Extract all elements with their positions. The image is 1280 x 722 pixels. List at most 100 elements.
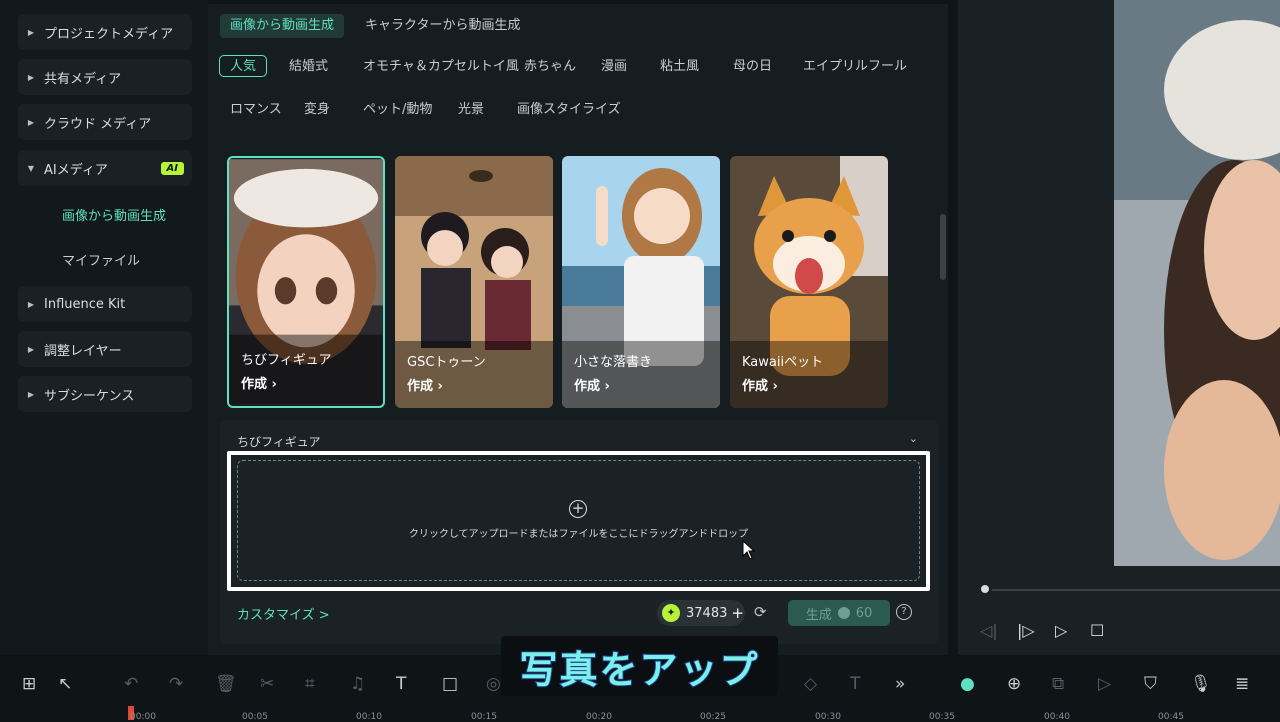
sidebar-subitem-my-files[interactable]: マイファイル: [62, 250, 140, 269]
render-icon[interactable]: ▷: [1098, 674, 1111, 694]
keyframe-icon[interactable]: ◇: [804, 674, 817, 694]
ai-assistant-icon[interactable]: ●: [960, 674, 975, 694]
generate-cost: 60: [855, 605, 873, 621]
tab-character-to-video[interactable]: キャラクターから動画生成: [355, 14, 530, 38]
card-create-link[interactable]: 作成 ›: [241, 373, 277, 392]
redo-icon[interactable]: ↷: [169, 674, 183, 694]
expand-triangle-icon: ▶: [27, 389, 35, 399]
card-label: Kawaiiペット: [742, 355, 824, 370]
card-create-link[interactable]: 作成 ›: [742, 375, 778, 394]
multicam-icon[interactable]: ⧉: [1052, 674, 1064, 694]
refresh-icon[interactable]: ⟳: [754, 603, 767, 621]
select-tool-icon[interactable]: ↖: [58, 674, 72, 694]
sidebar-item-label: 共有メディア: [44, 71, 122, 87]
template-card-kawaii-pet[interactable]: Kawaiiペット 作成 ›: [730, 156, 888, 408]
sidebar-item-cloud-media[interactable]: ▶ クラウド メディア: [18, 104, 192, 140]
cut-icon[interactable]: ✂: [260, 674, 274, 694]
step-forward-icon[interactable]: |▷: [1017, 621, 1035, 640]
timeline-tick: 00:20: [586, 712, 612, 722]
ai-text-icon[interactable]: T: [850, 674, 860, 694]
chip-transform[interactable]: 変身: [304, 99, 330, 121]
sidebar-item-ai-media[interactable]: ▼ AIメディア AI: [18, 150, 192, 186]
tab-image-to-video[interactable]: 画像から動画生成: [220, 14, 345, 38]
generate-label: 生成: [805, 607, 832, 623]
microphone-icon[interactable]: 🎙: [1190, 674, 1212, 694]
add-credits-icon[interactable]: +: [731, 604, 744, 622]
timeline-tick: 00:25: [700, 712, 726, 722]
chip-pets-animals[interactable]: ペット/動物: [363, 99, 432, 121]
expand-triangle-icon: ▶: [27, 27, 35, 37]
expand-triangle-icon: ▶: [27, 72, 35, 82]
preview-image: [1114, 0, 1280, 566]
text-icon[interactable]: T: [396, 674, 406, 694]
sidebar-item-project-media[interactable]: ▶ プロジェクトメディア: [18, 14, 192, 50]
highlight-frame: [227, 451, 930, 591]
caption-text: 写真をアップ: [518, 647, 760, 693]
generate-button[interactable]: 生成 60: [788, 600, 890, 626]
sidebar-item-shared-media[interactable]: ▶ 共有メディア: [18, 59, 192, 95]
expand-triangle-icon: ▶: [27, 344, 35, 354]
stop-icon[interactable]: ☐: [1090, 621, 1104, 640]
crop-icon[interactable]: ⌗: [305, 674, 315, 694]
chip-manga[interactable]: 漫画: [601, 56, 627, 78]
preview-panel: [958, 0, 1280, 655]
card-label: 小さな落書き: [574, 355, 653, 370]
play-icon[interactable]: ▷: [1055, 621, 1067, 640]
split-icon[interactable]: ⊕: [1007, 674, 1021, 694]
audio-icon[interactable]: ♫: [350, 674, 365, 694]
credits-balance[interactable]: ✦ 37483 +: [657, 600, 745, 626]
chibi-figure-thumbnail: [229, 159, 383, 405]
shape-icon[interactable]: □: [442, 674, 458, 694]
card-label: GSCトゥーン: [407, 355, 486, 370]
card-label: ちびフィギュア: [241, 353, 332, 368]
sidebar-subitem-image-to-video[interactable]: 画像から動画生成: [62, 205, 166, 224]
audio-mixer-icon[interactable]: ≣: [1235, 674, 1249, 694]
grid-layout-icon[interactable]: ⊞: [22, 674, 36, 694]
timeline-tick: 00:00: [130, 712, 156, 722]
panel-title: ちびフィギュア: [237, 435, 321, 449]
template-card-gsc-toon[interactable]: GSCトゥーン 作成 ›: [395, 156, 553, 408]
collapse-triangle-icon: ▼: [27, 163, 35, 173]
chip-mothers-day[interactable]: 母の日: [733, 56, 772, 78]
sidebar-item-influence-kit[interactable]: ▶ Influence Kit: [18, 286, 192, 322]
chip-scenery[interactable]: 光景: [458, 99, 484, 121]
card-create-link[interactable]: 作成 ›: [407, 375, 443, 394]
ai-badge: AI: [160, 161, 184, 175]
chip-toy-capsule[interactable]: オモチャ＆カプセルトイ風: [363, 56, 519, 78]
timeline-tick: 00:05: [242, 712, 268, 722]
template-scrollbar[interactable]: [940, 214, 946, 280]
timeline-tick: 00:10: [356, 712, 382, 722]
customize-link[interactable]: カスタマイズ >: [237, 604, 330, 623]
step-back-icon[interactable]: ◁|: [980, 621, 998, 640]
credits-value: 37483: [686, 605, 728, 621]
chip-romance[interactable]: ロマンス: [230, 99, 282, 121]
chevron-down-icon[interactable]: ⌄: [909, 432, 918, 445]
small-doodle-thumbnail: [562, 156, 720, 408]
template-card-chibi-figure[interactable]: ちびフィギュア 作成 ›: [227, 156, 385, 408]
mask-icon[interactable]: ◎: [486, 674, 501, 694]
sidebar-item-subsequence[interactable]: ▶ サブシーケンス: [18, 376, 192, 412]
chip-baby[interactable]: 赤ちゃん: [524, 56, 576, 78]
help-icon[interactable]: ?: [896, 604, 912, 620]
sidebar-item-label: AIメディア: [44, 162, 108, 178]
more-icon[interactable]: »: [895, 674, 905, 694]
preview-progress-track[interactable]: [984, 589, 1280, 591]
preview-progress-handle[interactable]: [978, 582, 992, 596]
credit-coin-icon: ✦: [662, 604, 680, 622]
shield-icon[interactable]: ⛉: [1144, 674, 1157, 694]
timeline-ruler[interactable]: [0, 706, 1280, 720]
chip-clay[interactable]: 粘土風: [660, 56, 699, 78]
card-create-link[interactable]: 作成 ›: [574, 375, 610, 394]
chip-wedding[interactable]: 結婚式: [289, 56, 328, 78]
delete-icon[interactable]: 🗑: [215, 674, 237, 694]
sidebar-item-label: プロジェクトメディア: [44, 26, 174, 42]
chip-popular[interactable]: 人気: [219, 55, 268, 77]
sidebar-item-label: サブシーケンス: [44, 388, 135, 404]
timeline-tick: 00:30: [815, 712, 841, 722]
undo-icon[interactable]: ↶: [124, 674, 138, 694]
kawaii-pet-thumbnail: [730, 156, 888, 408]
sidebar-item-adjustment-layer[interactable]: ▶ 調整レイヤー: [18, 331, 192, 367]
template-card-small-doodle[interactable]: 小さな落書き 作成 ›: [562, 156, 720, 408]
chip-april-fool[interactable]: エイプリルフール: [803, 56, 907, 78]
chip-image-stylize[interactable]: 画像スタイライズ: [517, 99, 621, 121]
